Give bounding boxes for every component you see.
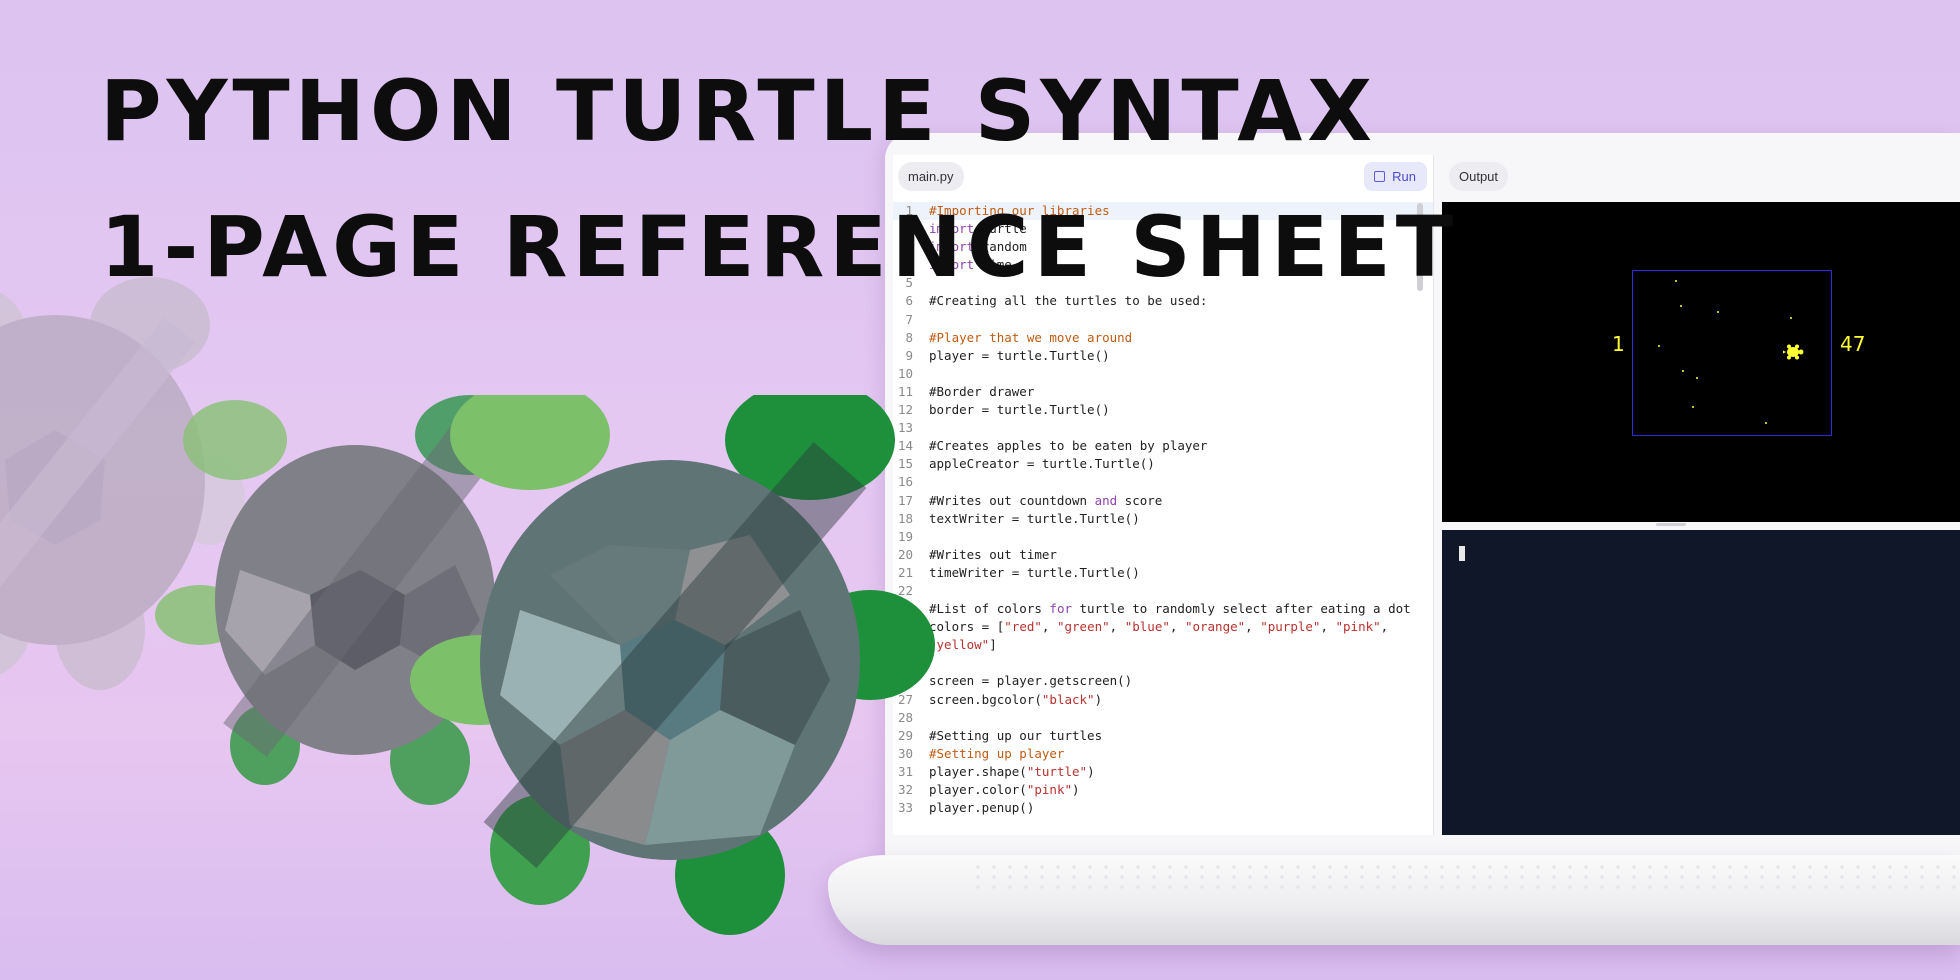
stop-square-icon bbox=[1374, 171, 1386, 182]
code-text: #Creates apples to be eaten by player bbox=[929, 438, 1208, 454]
code-line[interactable]: 28 bbox=[893, 709, 1433, 727]
line-number: 10 bbox=[897, 365, 913, 381]
code-line[interactable]: 30 #Setting up player bbox=[893, 745, 1433, 763]
apple-dot bbox=[1658, 345, 1660, 347]
apple-dot bbox=[1682, 370, 1684, 372]
code-line[interactable]: 18 textWriter = turtle.Turtle() bbox=[893, 510, 1433, 528]
run-button-label: Run bbox=[1392, 169, 1416, 184]
headline-line-1: Python Turtle Syntax bbox=[100, 62, 1377, 160]
apple-dot bbox=[1790, 317, 1792, 319]
code-text: textWriter = turtle.Turtle() bbox=[929, 510, 1140, 526]
line-number: 9 bbox=[905, 347, 913, 363]
line-number: 7 bbox=[905, 311, 913, 327]
run-button[interactable]: Run bbox=[1364, 162, 1427, 191]
code-text: timeWriter = turtle.Turtle() bbox=[929, 564, 1140, 580]
headline-line-2: 1-Page Reference Sheet bbox=[100, 198, 1459, 296]
apple-dot bbox=[1717, 311, 1719, 313]
code-text-area[interactable]: 1 #Importing our libraries 2 import turtle 3… bbox=[893, 202, 1433, 835]
console-output[interactable] bbox=[1442, 530, 1960, 835]
apple-dot bbox=[1680, 305, 1682, 307]
output-tab[interactable]: Output bbox=[1449, 162, 1509, 191]
code-line[interactable]: 21 timeWriter = turtle.Turtle() bbox=[893, 564, 1433, 582]
code-line[interactable]: 12 border = turtle.Turtle() bbox=[893, 401, 1433, 419]
file-tab-main-py[interactable]: main.py bbox=[898, 162, 964, 191]
code-line[interactable]: 19 bbox=[893, 528, 1433, 546]
laptop-keyboard bbox=[970, 862, 1960, 892]
code-line[interactable]: 33 player.penup() bbox=[893, 799, 1433, 817]
panel-resize-handle[interactable] bbox=[1656, 523, 1686, 526]
apple-dot bbox=[1765, 422, 1767, 424]
code-line[interactable]: 16 bbox=[893, 473, 1433, 491]
code-text: appleCreator = turtle.Turtle() bbox=[929, 456, 1155, 472]
line-number: 8 bbox=[905, 329, 913, 345]
turtle-illustration-front bbox=[410, 395, 935, 935]
code-line[interactable]: "yellow"] bbox=[893, 636, 1433, 654]
console-cursor bbox=[1459, 546, 1465, 561]
code-line[interactable]: 10 bbox=[893, 365, 1433, 383]
code-line[interactable] bbox=[893, 654, 1433, 672]
apple-dot bbox=[1692, 406, 1694, 408]
score-right: 47 bbox=[1840, 332, 1866, 356]
code-line[interactable]: 7 bbox=[893, 311, 1433, 329]
code-text: player = turtle.Turtle() bbox=[929, 347, 1110, 363]
code-line[interactable]: 31 player.shape("turtle") bbox=[893, 763, 1433, 781]
code-text: #Writes out countdown and score bbox=[929, 492, 1163, 508]
turtle-icon bbox=[1783, 344, 1804, 360]
code-line[interactable]: 27 screen.bgcolor("black") bbox=[893, 691, 1433, 709]
turtle-canvas: 1 47 bbox=[1442, 202, 1960, 522]
code-line[interactable]: 24colors = ["red", "green", "blue", "ora… bbox=[893, 618, 1433, 636]
code-line[interactable]: 32 player.color("pink") bbox=[893, 781, 1433, 799]
apple-dot bbox=[1675, 280, 1677, 282]
code-line[interactable]: 11 #Border drawer bbox=[893, 383, 1433, 401]
code-line[interactable]: 8 #Player that we move around bbox=[893, 329, 1433, 347]
code-line[interactable]: 29 #Setting up our turtles bbox=[893, 727, 1433, 745]
code-line[interactable]: 20 #Writes out timer bbox=[893, 546, 1433, 564]
code-line[interactable]: 13 bbox=[893, 419, 1433, 437]
code-line[interactable]: 22 bbox=[893, 582, 1433, 600]
score-left: 1 bbox=[1612, 332, 1625, 356]
code-text: #List of colors for turtle to randomly s… bbox=[929, 601, 1411, 617]
code-line[interactable]: 23#List of colors for turtle to randomly… bbox=[893, 600, 1433, 618]
code-line[interactable]: 9 player = turtle.Turtle() bbox=[893, 347, 1433, 365]
output-panel: Output 1 47 bbox=[1436, 155, 1960, 835]
code-line[interactable]: 14 #Creates apples to be eaten by player bbox=[893, 437, 1433, 455]
code-text: #Player that we move around bbox=[929, 329, 1133, 345]
apple-dot bbox=[1696, 377, 1698, 379]
code-line[interactable]: 17 #Writes out countdown and score bbox=[893, 492, 1433, 510]
code-text: colors = ["red", "green", "blue", "orang… bbox=[929, 619, 1389, 635]
code-line[interactable]: 26screen = player.getscreen() bbox=[893, 672, 1433, 690]
code-line[interactable]: 15 appleCreator = turtle.Turtle() bbox=[893, 455, 1433, 473]
